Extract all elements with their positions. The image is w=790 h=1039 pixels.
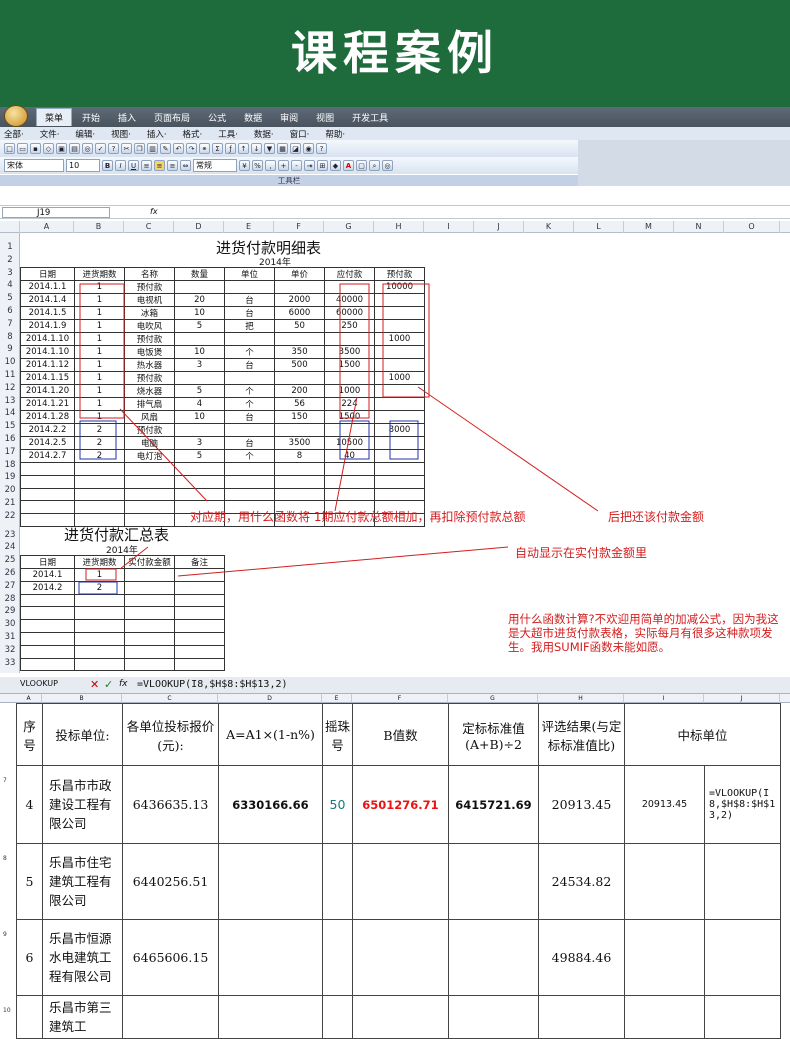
row-header[interactable]: 7 (0, 777, 16, 784)
bid-cell-result[interactable]: 49884.46 (538, 919, 625, 996)
header-row: 序号 投标单位: 各单位投标报价(元): A=A1×(1-n%) 摇珠号 B值数 定标标准值… (16, 703, 781, 766)
seq-header[interactable]: 序号 (16, 703, 43, 766)
std-value-header[interactable]: 定标标准值(A+B)÷2 (448, 703, 539, 766)
ball-header[interactable]: 摇珠号 (322, 703, 353, 766)
excel-window-2: VLOOKUP ✕ ✓ fx =VLOOKUP(I8,$H$8:$H$13,2)… (0, 677, 790, 1039)
bid-cell-i[interactable] (624, 995, 705, 1039)
summary-p1-box (85, 568, 117, 581)
bid-row: 5 乐昌市住宅建筑工程有限公司 6440256.51 24534.82 (16, 843, 781, 920)
bid-cell-seq[interactable]: 6 (16, 919, 43, 996)
bid-cell-result[interactable]: 20913.45 (538, 765, 625, 844)
bid-row: 6 乐昌市恒源水电建筑工程有限公司 6465606.15 49884.46 (16, 919, 781, 996)
bid-cell-bidder[interactable]: 乐昌市第三建筑工 (42, 995, 123, 1039)
bid-cell-bidder[interactable]: 乐昌市住宅建筑工程有限公司 (42, 843, 123, 920)
bid-cell-std[interactable] (448, 919, 539, 996)
bid-cell-b[interactable] (352, 919, 449, 996)
question-tail-note: 后把还该付款金额 (608, 510, 705, 524)
bidder-header[interactable]: 投标单位: (42, 703, 123, 766)
row-header[interactable]: 8 (0, 855, 16, 862)
summary-p2-box (78, 581, 118, 595)
bid-cell-seq[interactable] (16, 995, 43, 1039)
bid-cell-b[interactable]: 6501276.71 (352, 765, 449, 844)
row-header[interactable]: 9 (0, 931, 16, 938)
bid-cell-a[interactable] (218, 995, 323, 1039)
bid-cell-result[interactable]: 24534.82 (538, 843, 625, 920)
column-header[interactable]: D (218, 694, 322, 703)
winner-header[interactable]: 中标单位 (624, 703, 781, 766)
bid-cell-bidder[interactable]: 乐昌市市政建设工程有限公司 (42, 765, 123, 844)
bid-row: 4 乐昌市市政建设工程有限公司 6436635.13 6330166.66 50 6501… (16, 765, 781, 844)
excel-window-1: 菜单 开始 插入 页面布局 公式 数据 审阅 视图 开发工具 全部· 文件· 编… (0, 105, 790, 673)
bid-cell-j[interactable]: =VLOOKUP(I8,$H$8:$H$13,2) (704, 765, 781, 844)
formula-bar-2: VLOOKUP ✕ ✓ fx =VLOOKUP(I8,$H$8:$H$13,2) (0, 677, 790, 694)
bid-cell-ball[interactable]: 50 (322, 765, 353, 844)
bid-cell-b[interactable] (352, 995, 449, 1039)
bid-cell-price[interactable]: 6465606.15 (122, 919, 219, 996)
column-header[interactable]: C (122, 694, 218, 703)
bid-row: 乐昌市第三建筑工 (16, 995, 781, 1039)
bid-cell-j[interactable] (704, 995, 781, 1039)
arrow-line-2 (334, 396, 358, 512)
column-header[interactable]: J (704, 694, 780, 703)
result-header[interactable]: 评选结果(与定标标准值比) (538, 703, 625, 766)
bid-cell-price[interactable]: 6440256.51 (122, 843, 219, 920)
bid-cell-std[interactable]: 6415721.69 (448, 765, 539, 844)
cancel-icon[interactable]: ✕ (90, 678, 99, 691)
auto-display-note: 自动显示在实付款金额里 (515, 546, 648, 560)
column-header[interactable]: G (448, 694, 538, 703)
fx-icon-2[interactable]: fx (119, 679, 128, 689)
period1-box (79, 283, 125, 419)
arrow-line-3 (417, 386, 599, 512)
bid-cell-price[interactable]: 6436635.13 (122, 765, 219, 844)
arrow-line-5 (119, 546, 149, 570)
prepaid2-box (389, 420, 419, 460)
price-header[interactable]: 各单位投标报价(元): (122, 703, 219, 766)
bid-cell-ball[interactable] (322, 919, 353, 996)
bid-cell-j[interactable] (704, 919, 781, 996)
column-header[interactable]: F (352, 694, 448, 703)
bid-cell-i[interactable]: 20913.45 (624, 765, 705, 844)
bid-cell-i[interactable] (624, 919, 705, 996)
bid-cell-std[interactable] (448, 995, 539, 1039)
bid-cell-seq[interactable]: 4 (16, 765, 43, 844)
bid-cell-bidder[interactable]: 乐昌市恒源水电建筑工程有限公司 (42, 919, 123, 996)
column-header[interactable]: I (624, 694, 704, 703)
bid-table: 序号 投标单位: 各单位投标报价(元): A=A1×(1-n%) 摇珠号 B值数 定标标准值… (16, 703, 781, 1039)
column-header[interactable]: A (16, 694, 42, 703)
a-formula-header[interactable]: A=A1×(1-n%) (218, 703, 323, 766)
column-headers-2: ABCDEFGHIJ (0, 694, 790, 703)
annotation-overlay (78, 283, 599, 595)
payable2-box (339, 420, 370, 460)
b-value-header[interactable]: B值数 (352, 703, 449, 766)
row-header[interactable]: 10 (0, 1007, 16, 1014)
bid-cell-a[interactable] (218, 843, 323, 920)
bid-cell-j[interactable] (704, 843, 781, 920)
bid-cell-std[interactable] (448, 843, 539, 920)
bid-cell-result[interactable] (538, 995, 625, 1039)
column-header[interactable]: B (42, 694, 122, 703)
payable-box (339, 283, 370, 419)
name-box-2[interactable]: VLOOKUP (20, 679, 90, 688)
arrow-line-1 (119, 408, 208, 502)
bid-cell-b[interactable] (352, 843, 449, 920)
bid-cell-a[interactable]: 6330166.66 (218, 765, 323, 844)
arrow-line-4 (177, 546, 509, 577)
enter-icon[interactable]: ✓ (104, 678, 113, 691)
bid-cell-ball[interactable] (322, 843, 353, 920)
bid-cell-ball[interactable] (322, 995, 353, 1039)
period2-box (79, 420, 117, 460)
sumif-note: 用什么函数计算?不欢迎用简单的加减公式，因为我这是大超市进货付款表格，实际每月有… (508, 612, 779, 654)
question-note: 对应期，用什么函数将 1期应付款总额相加，再扣除预付款总额 (190, 510, 526, 524)
bid-cell-i[interactable] (624, 843, 705, 920)
bid-cell-price[interactable] (122, 995, 219, 1039)
column-header[interactable]: H (538, 694, 624, 703)
bid-cell-seq[interactable]: 5 (16, 843, 43, 920)
prepaid-box (382, 283, 430, 398)
bid-cell-a[interactable] (218, 919, 323, 996)
banner-title: 课程案例 (0, 0, 790, 107)
column-header[interactable]: E (322, 694, 352, 703)
formula-text[interactable]: =VLOOKUP(I8,$H$8:$H$13,2) (137, 679, 288, 690)
